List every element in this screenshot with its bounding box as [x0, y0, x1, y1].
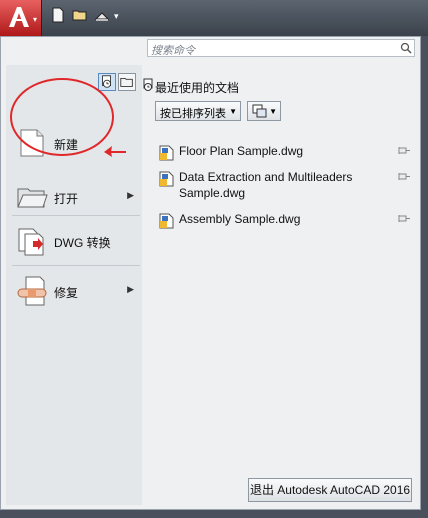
menu-item-label: DWG 转换	[54, 236, 111, 250]
application-menu-button[interactable]: ▾	[0, 0, 42, 36]
dwg-file-icon	[159, 213, 174, 229]
search-icon[interactable]	[400, 42, 412, 54]
document-name: Floor Plan Sample.dwg	[179, 144, 304, 158]
pin-icon[interactable]	[397, 213, 411, 225]
document-name: Data Extraction and Multileaders Sample.…	[179, 170, 353, 200]
view-toggle-group	[98, 73, 136, 91]
open-folder-icon	[17, 188, 48, 208]
sort-dropdown[interactable]: 按已排序列表 ▼	[155, 101, 241, 121]
application-window: ▾ ▾ 搜索命令 新建 打开 ▶ DWG 转换 修复 ▶ 最近使用的文档 按已排…	[0, 0, 428, 518]
recent-documents-icon[interactable]	[98, 73, 116, 91]
menu-separator	[12, 215, 140, 216]
sort-label: 按已排序列表	[160, 108, 226, 120]
menu-item-label: 打开	[54, 192, 79, 206]
chevron-down-icon: ▼	[229, 107, 237, 116]
menu-item-open[interactable]: 打开 ▶	[6, 177, 142, 217]
menu-separator	[12, 265, 140, 266]
search-input[interactable]: 搜索命令	[147, 39, 415, 57]
autocad-logo-icon	[9, 7, 29, 27]
annotation-arrow-icon	[104, 146, 126, 157]
menu-item-label: 修复	[54, 286, 79, 300]
open-documents-icon[interactable]	[118, 73, 136, 91]
pin-icon[interactable]	[397, 171, 411, 183]
recent-document-item[interactable]: Data Extraction and Multileaders Sample.…	[159, 169, 411, 203]
menu-item-dwg-convert[interactable]: DWG 转换	[6, 221, 142, 261]
display-mode-icon	[252, 104, 267, 118]
recent-document-item[interactable]: Assembly Sample.dwg	[159, 211, 411, 229]
dwg-convert-icon	[18, 228, 44, 256]
save-icon[interactable]	[94, 7, 110, 23]
dwg-file-icon	[159, 145, 174, 161]
exit-application-button[interactable]: 退出 Autodesk AutoCAD 2016	[248, 478, 412, 502]
pin-icon[interactable]	[397, 145, 411, 157]
annotation-circle	[10, 78, 114, 156]
recent-documents-panel: 最近使用的文档 按已排序列表 ▼ ▼ Floor Plan Sample.dwg	[143, 65, 417, 505]
chevron-down-icon: ▼	[269, 107, 277, 116]
quick-access-toolbar: ▾	[50, 7, 119, 27]
new-file-icon[interactable]	[50, 7, 66, 23]
repair-icon	[17, 276, 47, 306]
open-folder-icon[interactable]	[72, 7, 88, 23]
recent-document-item[interactable]: Floor Plan Sample.dwg	[159, 143, 411, 161]
recent-documents-icon	[143, 78, 153, 91]
chevron-right-icon: ▶	[127, 284, 134, 294]
display-mode-dropdown[interactable]: ▼	[247, 101, 281, 121]
recent-documents-title: 最近使用的文档	[155, 81, 240, 95]
chevron-right-icon: ▶	[127, 190, 134, 200]
document-name: Assembly Sample.dwg	[179, 212, 301, 226]
customize-toolbar-icon[interactable]: ▾	[114, 7, 119, 27]
menu-item-repair[interactable]: 修复 ▶	[6, 271, 142, 311]
search-placeholder: 搜索命令	[151, 45, 195, 57]
chevron-down-icon: ▾	[33, 15, 38, 24]
title-bar: ▾ ▾	[0, 0, 428, 36]
dwg-file-icon	[159, 171, 174, 187]
